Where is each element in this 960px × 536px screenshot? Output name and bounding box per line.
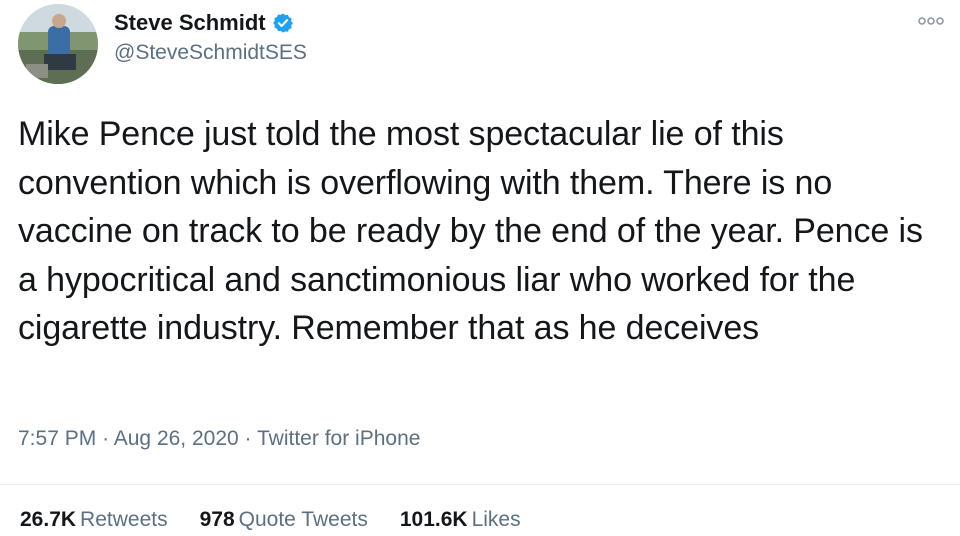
author-handle[interactable]: @SteveSchmidtSES bbox=[114, 41, 307, 65]
tweet-time[interactable]: 7:57 PM bbox=[18, 427, 96, 450]
avatar[interactable] bbox=[18, 4, 98, 84]
quote-tweets-label: Quote Tweets bbox=[238, 508, 368, 531]
tweet-card: Steve Schmidt @SteveSchmidtSES Mike Penc… bbox=[0, 0, 960, 536]
retweets-stat[interactable]: 26.7K Retweets bbox=[20, 508, 168, 532]
divider bbox=[0, 484, 960, 485]
tweet-date[interactable]: Aug 26, 2020 bbox=[114, 427, 239, 450]
retweets-count: 26.7K bbox=[20, 508, 77, 531]
more-options-icon[interactable] bbox=[916, 14, 946, 28]
meta-separator: · bbox=[102, 427, 110, 450]
verified-badge-icon bbox=[272, 12, 294, 34]
author-name-row: Steve Schmidt bbox=[114, 7, 294, 39]
quote-tweets-stat[interactable]: 978 Quote Tweets bbox=[200, 508, 368, 532]
meta-separator: · bbox=[244, 427, 252, 450]
likes-stat[interactable]: 101.6K Likes bbox=[400, 508, 521, 532]
retweets-label: Retweets bbox=[80, 508, 168, 531]
quote-tweets-count: 978 bbox=[199, 508, 235, 531]
tweet-source[interactable]: Twitter for iPhone bbox=[257, 427, 420, 450]
likes-label: Likes bbox=[471, 508, 521, 531]
tweet-stats: 26.7K Retweets 978 Quote Tweets 101.6K Like… bbox=[20, 508, 553, 532]
tweet-meta: 7:57 PM · Aug 26, 2020 · Twitter for iPh… bbox=[18, 427, 420, 451]
likes-count: 101.6K bbox=[399, 508, 468, 531]
tweet-text: Mike Pence just told the most spectacula… bbox=[18, 115, 923, 347]
display-name[interactable]: Steve Schmidt bbox=[114, 10, 266, 36]
